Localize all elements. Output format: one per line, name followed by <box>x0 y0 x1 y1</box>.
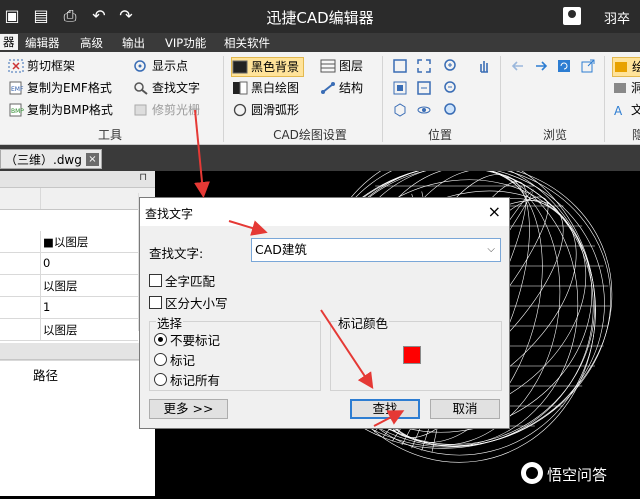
annotation-arrow <box>373 410 405 427</box>
watermark-text: 悟空问答 <box>547 466 608 484</box>
annotation-arrows <box>194 109 405 427</box>
annotation-arrow <box>320 309 374 390</box>
wukong-logo-icon <box>521 462 543 484</box>
annotation-arrow <box>194 109 210 198</box>
annotation-arrow <box>228 220 268 236</box>
